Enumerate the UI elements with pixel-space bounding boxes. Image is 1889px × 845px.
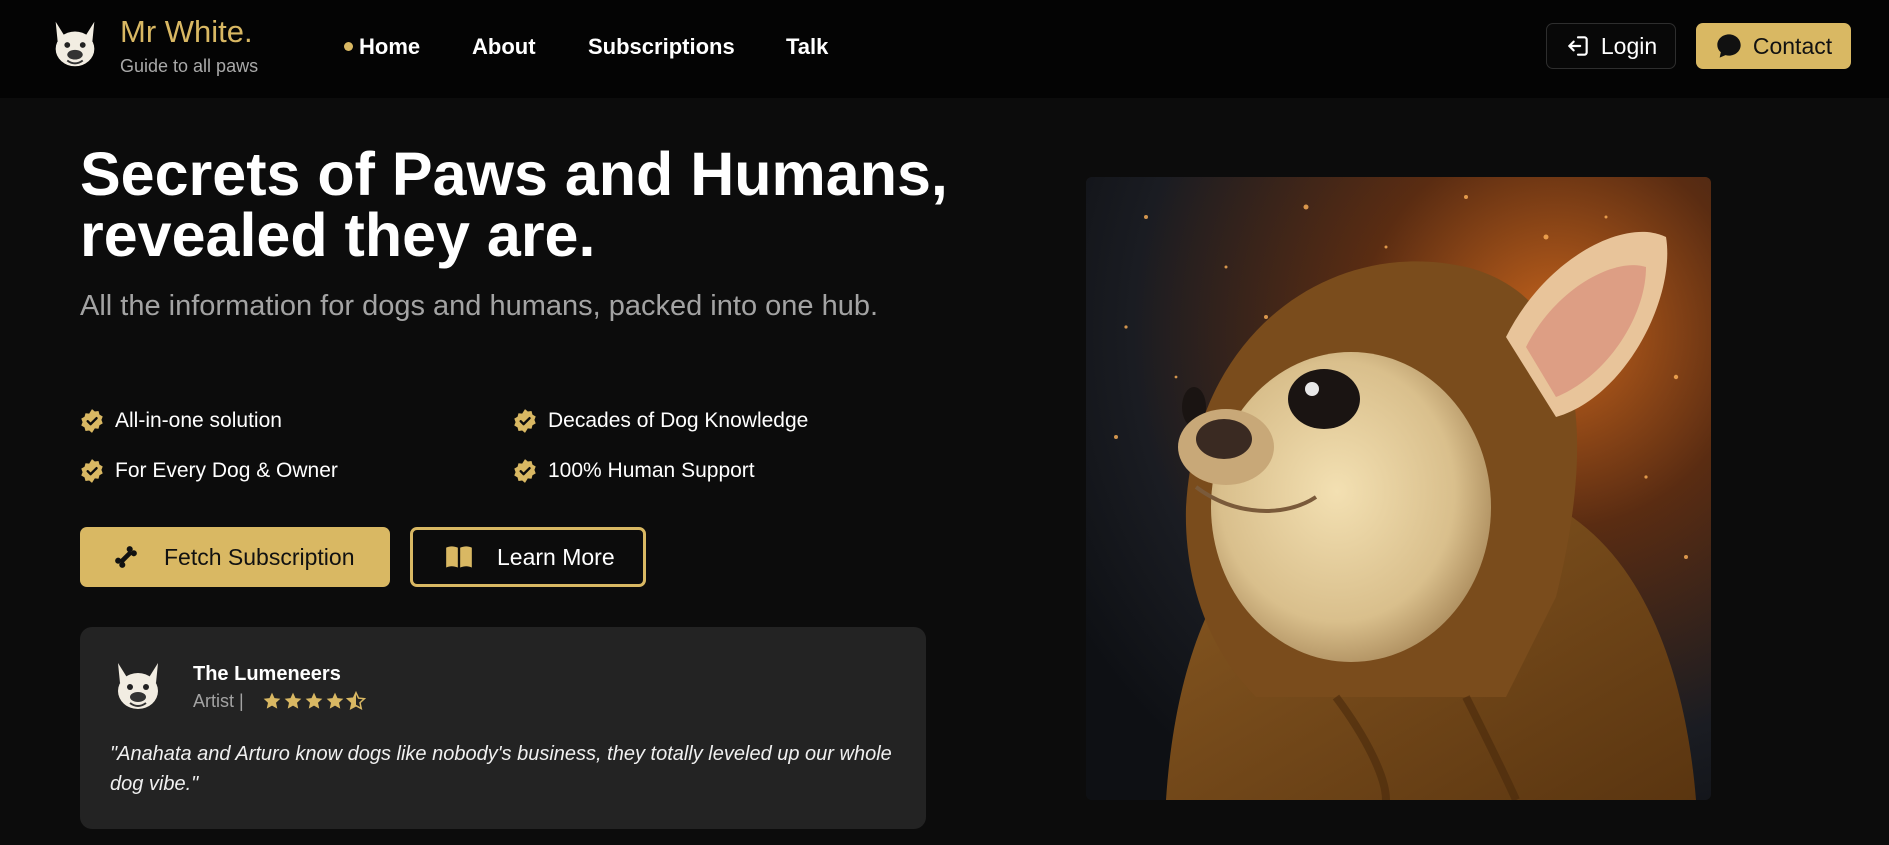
star-rating (262, 691, 366, 711)
check-badge-icon (514, 459, 536, 483)
feature-label: All-in-one solution (115, 409, 282, 432)
feature-item: For Every Dog & Owner (79, 458, 338, 484)
testimonial-role: Artist | (193, 691, 244, 711)
nav-subscriptions[interactable]: Subscriptions (588, 30, 735, 64)
nav-about[interactable]: About (472, 30, 536, 64)
contact-button[interactable]: Contact (1696, 23, 1851, 69)
active-nav-indicator (344, 42, 353, 51)
check-badge-icon (81, 409, 103, 433)
login-button[interactable]: Login (1546, 23, 1676, 69)
bulldog-logo-icon[interactable] (46, 16, 104, 74)
hero-subtitle: All the information for dogs and humans,… (80, 290, 879, 322)
star-icon (284, 692, 302, 709)
feature-item: 100% Human Support (512, 458, 755, 484)
nav-talk[interactable]: Talk (786, 30, 828, 64)
feature-label: Decades of Dog Knowledge (548, 409, 809, 432)
star-icon (263, 692, 281, 709)
check-badge-icon (514, 409, 536, 433)
dog-in-hooded-robe-image (1086, 177, 1711, 800)
fetch-subscription-label: Fetch Subscription (164, 543, 355, 570)
hero-illustration (1086, 177, 1711, 800)
book-icon (446, 546, 472, 568)
learn-more-button[interactable]: Learn More (410, 527, 646, 587)
testimonial-name: The Lumeneers (193, 663, 341, 685)
contact-label: Contact (1752, 32, 1833, 59)
brand-tagline: Guide to all paws (120, 56, 259, 76)
feature-item: Decades of Dog Knowledge (512, 408, 808, 434)
nav-home[interactable]: Home (359, 30, 420, 64)
site-header: Mr White. Guide to all paws Home About S… (0, 0, 1889, 98)
brand-name[interactable]: Mr White. (120, 14, 253, 50)
bone-icon (115, 546, 137, 568)
chat-bubble-icon (1717, 34, 1741, 58)
feature-item: All-in-one solution (79, 408, 282, 434)
login-arrow-icon (1568, 36, 1588, 56)
half-star-icon (346, 691, 366, 711)
learn-more-label: Learn More (497, 543, 615, 570)
hero-title: Secrets of Paws and Humans, revealed the… (80, 140, 948, 269)
testimonial-quote: "Anahata and Arturo know dogs like nobod… (110, 743, 892, 795)
testimonial-card: The Lumeneers Artist | "Anahata and Artu… (80, 627, 926, 829)
login-label: Login (1600, 32, 1658, 59)
feature-label: 100% Human Support (548, 459, 755, 482)
feature-label: For Every Dog & Owner (115, 459, 338, 482)
star-icon (326, 692, 344, 709)
check-badge-icon (81, 459, 103, 483)
avatar (118, 663, 158, 709)
fetch-subscription-button[interactable]: Fetch Subscription (80, 527, 390, 587)
star-icon (305, 692, 323, 709)
